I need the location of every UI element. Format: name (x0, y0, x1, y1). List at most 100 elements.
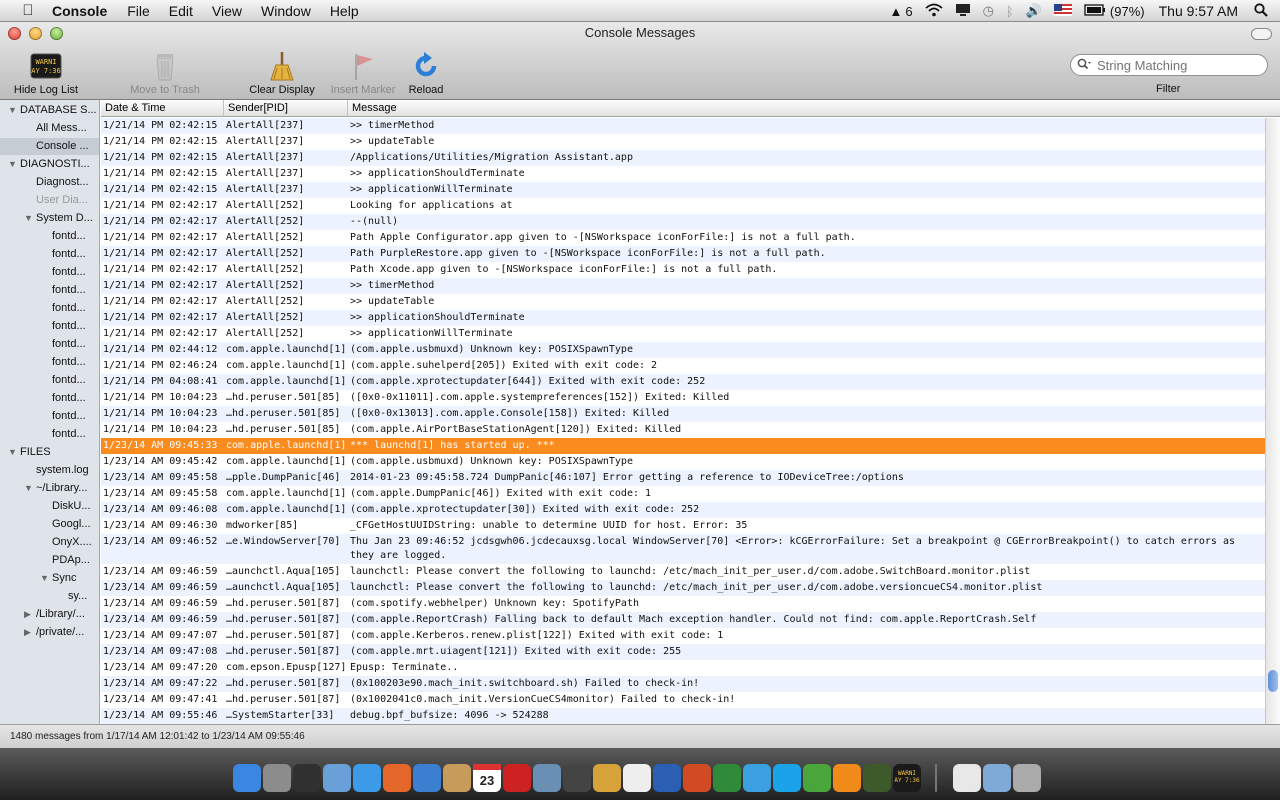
sidebar-item[interactable]: fontd... (0, 264, 99, 281)
iphoto-icon[interactable] (533, 764, 561, 792)
disclosure-closed-icon[interactable]: ▶ (24, 606, 31, 623)
table-row[interactable]: 1/23/14 AM 09:46:59 …aunchctl.Aqua[105] la… (101, 580, 1265, 596)
sidebar-item[interactable]: PDAp... (0, 552, 99, 569)
sidebar-item[interactable]: fontd... (0, 372, 99, 389)
document-stack-icon[interactable] (953, 764, 981, 792)
disclosure-closed-icon[interactable]: ▶ (24, 624, 31, 641)
table-row[interactable]: 1/23/14 AM 09:47:20 com.epson.Epusp[127] E… (101, 660, 1265, 676)
insert-marker-button[interactable]: Insert Marker (324, 50, 402, 96)
menu-window[interactable]: Window (261, 3, 311, 19)
sidebar-item[interactable]: ▼ FILES (0, 444, 99, 461)
menu-app-name[interactable]: Console (52, 3, 107, 19)
table-row[interactable]: 1/23/14 AM 09:47:41 …hd.peruser.501[87] (0… (101, 692, 1265, 708)
word-icon[interactable] (653, 764, 681, 792)
disclosure-open-icon[interactable]: ▼ (8, 444, 17, 461)
table-row[interactable]: 1/21/14 PM 02:42:17 AlertAll[252] Looking … (101, 198, 1265, 214)
table-row[interactable]: 1/23/14 AM 09:45:42 com.apple.launchd[1] (… (101, 454, 1265, 470)
display-mirroring-icon[interactable] (955, 3, 971, 20)
battery-icon[interactable] (1084, 3, 1106, 19)
table-row[interactable]: 1/21/14 PM 02:42:15 AlertAll[237] >> updat… (101, 134, 1265, 150)
sidebar-item[interactable]: fontd... (0, 354, 99, 371)
menu-clock[interactable]: Thu 9:57 AM (1159, 3, 1238, 19)
photo-booth-icon[interactable] (503, 764, 531, 792)
sidebar-item[interactable]: Diagnost... (0, 174, 99, 191)
menu-view[interactable]: View (212, 3, 242, 19)
column-header-sender[interactable]: Sender[PID] (224, 100, 348, 117)
input-badge[interactable]: 6 (905, 4, 912, 19)
utorrent-icon[interactable] (803, 764, 831, 792)
disclosure-open-icon[interactable]: ▼ (8, 102, 17, 119)
table-row[interactable]: 1/21/14 PM 10:04:23 …hd.peruser.501[85] (c… (101, 422, 1265, 438)
input-flag-icon[interactable] (1053, 3, 1072, 19)
sidebar-item[interactable]: fontd... (0, 426, 99, 443)
table-row[interactable]: 1/23/14 AM 09:47:07 …hd.peruser.501[87] (c… (101, 628, 1265, 644)
table-row[interactable]: 1/21/14 PM 02:42:17 AlertAll[252] Path Xco… (101, 262, 1265, 278)
scrabble-icon[interactable] (863, 764, 891, 792)
table-row[interactable]: 1/21/14 PM 02:42:17 AlertAll[252] Path Pur… (101, 246, 1265, 262)
sidebar-item[interactable]: fontd... (0, 390, 99, 407)
sidebar-item[interactable]: Console ... (0, 138, 99, 155)
table-row[interactable]: 1/23/14 AM 09:45:58 …pple.DumpPanic[46] 20… (101, 470, 1265, 486)
skype-icon[interactable] (773, 764, 801, 792)
table-row[interactable]: 1/21/14 PM 02:46:24 com.apple.launchd[1] (… (101, 358, 1265, 374)
table-row[interactable]: 1/21/14 PM 10:04:23 …hd.peruser.501[85] ([… (101, 390, 1265, 406)
bluetooth-icon[interactable]: ᛒ (1006, 4, 1014, 19)
table-row[interactable]: 1/21/14 PM 02:42:17 AlertAll[252] >> timer… (101, 278, 1265, 294)
table-row[interactable]: 1/21/14 PM 02:42:17 AlertAll[252] >> appli… (101, 310, 1265, 326)
console-icon[interactable]: WARNI AY 7:36 (893, 764, 921, 792)
disclosure-open-icon[interactable]: ▼ (24, 210, 33, 227)
firefox-icon[interactable] (383, 764, 411, 792)
table-row[interactable]: 1/23/14 AM 09:46:30 mdworker[85] _CFGetHos… (101, 518, 1265, 534)
vertical-scrollbar[interactable] (1265, 118, 1280, 724)
table-row[interactable]: 1/21/14 PM 02:42:15 AlertAll[237] >> appli… (101, 166, 1265, 182)
sidebar-item[interactable]: fontd... (0, 318, 99, 335)
mail-icon[interactable] (323, 764, 351, 792)
sidebar-item[interactable]: ▼ Sync (0, 570, 99, 587)
time-machine-icon[interactable]: ◷ (983, 3, 994, 19)
table-row[interactable]: 1/23/14 AM 09:47:08 …hd.peruser.501[87] (c… (101, 644, 1265, 660)
battery-percent[interactable]: (97%) (1110, 4, 1145, 19)
scrollbar-thumb[interactable] (1268, 670, 1278, 692)
filter-search-field[interactable] (1070, 54, 1268, 76)
system-preferences-icon[interactable] (263, 764, 291, 792)
table-row[interactable]: 1/23/14 AM 09:47:22 …hd.peruser.501[87] (0… (101, 676, 1265, 692)
search-input[interactable] (1095, 56, 1259, 74)
itunes-icon[interactable] (413, 764, 441, 792)
menu-file[interactable]: File (127, 3, 150, 19)
reload-button[interactable]: Reload (404, 50, 448, 96)
table-row[interactable]: 1/21/14 PM 02:42:15 AlertAll[237] >> timer… (101, 118, 1265, 134)
table-row[interactable]: 1/21/14 PM 02:44:12 com.apple.launchd[1] (… (101, 342, 1265, 358)
table-row[interactable]: 1/23/14 AM 09:46:59 …aunchctl.Aqua[105] la… (101, 564, 1265, 580)
menu-help[interactable]: Help (330, 3, 359, 19)
table-row[interactable]: 1/23/14 AM 09:46:59 …hd.peruser.501[87] (c… (101, 612, 1265, 628)
sidebar-item[interactable]: User Dia... (0, 192, 99, 209)
sidebar-item[interactable]: fontd... (0, 336, 99, 353)
table-row[interactable]: 1/23/14 AM 09:46:59 …hd.peruser.501[87] (c… (101, 596, 1265, 612)
messenger-icon[interactable] (743, 764, 771, 792)
folder-stack-icon[interactable] (983, 764, 1011, 792)
vlc-icon[interactable] (833, 764, 861, 792)
sidebar-item[interactable]: ▶ /private/... (0, 624, 99, 641)
column-header-date-time[interactable]: Date & Time (101, 100, 224, 117)
textedit-icon[interactable] (623, 764, 651, 792)
clear-display-button[interactable]: Clear Display (244, 50, 320, 96)
table-row[interactable]: 1/21/14 PM 02:42:17 AlertAll[252] --(null) (101, 214, 1265, 230)
table-row[interactable]: 1/23/14 AM 09:55:46 …SystemStarter[33] deb… (101, 708, 1265, 724)
hide-log-list-button[interactable]: WARNI AY 7:36 Hide Log List (10, 50, 82, 96)
move-to-trash-button[interactable]: Move to Trash (125, 50, 205, 96)
sidebar-item[interactable]: fontd... (0, 228, 99, 245)
table-row[interactable]: 1/23/14 AM 09:45:33 com.apple.launchd[1] *… (101, 438, 1265, 454)
table-row[interactable]: 1/21/14 PM 10:04:23 …hd.peruser.501[85] ([… (101, 406, 1265, 422)
sidebar-item[interactable]: DiskU... (0, 498, 99, 515)
menu-edit[interactable]: Edit (169, 3, 193, 19)
toolbar-toggle-button[interactable] (1251, 28, 1272, 40)
excel-icon[interactable] (713, 764, 741, 792)
table-row[interactable]: 1/23/14 AM 09:45:58 com.apple.launchd[1] (… (101, 486, 1265, 502)
adobe-status-icon[interactable]: ▲ (889, 4, 902, 19)
sidebar-item[interactable]: fontd... (0, 408, 99, 425)
spotlight-icon[interactable] (1254, 2, 1268, 20)
sidebar-item[interactable]: sy... (0, 588, 99, 605)
table-row[interactable]: 1/21/14 PM 02:42:17 AlertAll[252] >> updat… (101, 294, 1265, 310)
sidebar-item[interactable]: ▶ /Library/... (0, 606, 99, 623)
table-row[interactable]: 1/21/14 PM 02:42:17 AlertAll[252] Path App… (101, 230, 1265, 246)
